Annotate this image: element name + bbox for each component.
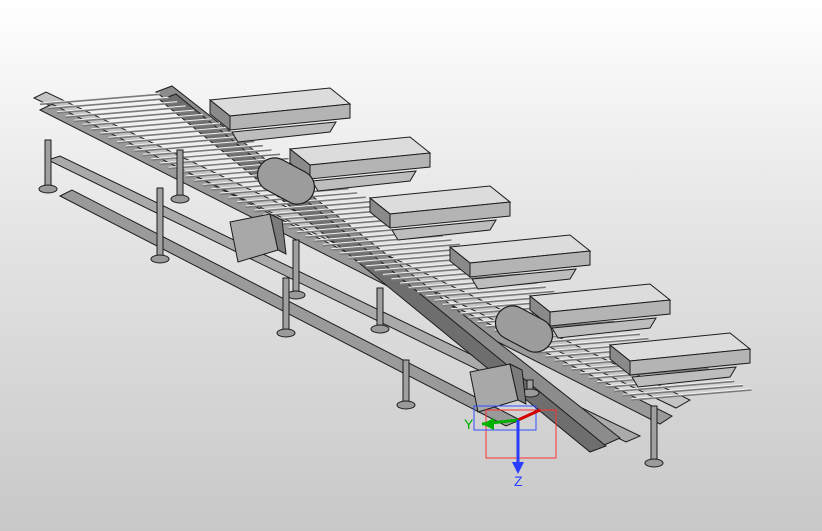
leg-post xyxy=(282,277,290,331)
leveling-foot xyxy=(276,328,296,338)
leg-post xyxy=(156,187,164,257)
leveling-foot xyxy=(644,458,664,468)
leg-post xyxy=(402,359,410,403)
leg-post xyxy=(292,239,300,293)
z-axis-label: Z xyxy=(514,473,523,489)
transfer-module xyxy=(368,185,512,241)
leveling-foot xyxy=(38,184,58,194)
leveling-foot xyxy=(170,194,190,204)
y-axis-label: Y xyxy=(464,416,474,432)
leveling-foot xyxy=(150,254,170,264)
leveling-foot xyxy=(286,290,306,300)
leveling-foot xyxy=(370,324,390,334)
leg-post xyxy=(650,405,658,461)
leg-post xyxy=(44,139,52,187)
transfer-module xyxy=(448,234,592,290)
leg-post xyxy=(176,149,184,197)
leveling-foot xyxy=(396,400,416,410)
leg-post xyxy=(376,287,384,327)
conveyor-assembly-model[interactable]: Y Z xyxy=(0,0,822,531)
cad-3d-viewport[interactable]: Y Z xyxy=(0,0,822,531)
